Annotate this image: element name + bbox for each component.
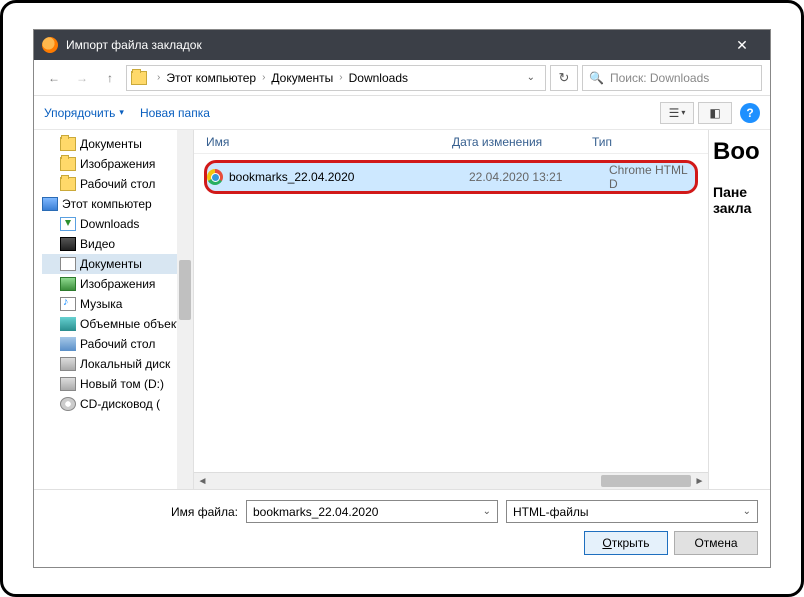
tree-item[interactable]: Музыка [42,294,193,314]
dl-icon [60,217,76,231]
chrome-icon [207,169,223,185]
folder-icon [60,137,76,151]
tree-item-label: Этот компьютер [62,197,152,211]
path-dropdown[interactable]: ⌄ [521,72,541,83]
tree-item-label: Объемные объекты [80,317,190,331]
cd-icon [60,397,76,411]
view-preview-button[interactable]: ◧ [698,102,732,124]
tree-item-label: Музыка [80,297,122,311]
tree-item[interactable]: Рабочий стол [42,174,193,194]
preview-h3a: Пане [713,184,766,200]
music-icon [60,297,76,311]
bottom-panel: Имя файла: bookmarks_22.04.2020⌄ HTML-фа… [34,489,770,567]
open-button[interactable]: Открыть [584,531,668,555]
firefox-icon [42,37,58,53]
preview-h3b: закла [713,200,766,216]
preview-h1: Boo [713,138,766,166]
tree-item-label: Изображения [80,277,155,291]
col-name[interactable]: Имя [206,135,452,149]
folder-tree: Документы Изображения Рабочий стол Этот ком… [34,130,194,489]
pc-icon [42,197,58,211]
drive-icon [60,377,76,391]
titlebar: Импорт файла закладок ✕ [34,30,770,60]
file-name: bookmarks_22.04.2020 [229,170,469,184]
view-list-button[interactable]: ☰▾ [660,102,694,124]
tree-item[interactable]: Downloads [42,214,193,234]
main-area: Документы Изображения Рабочий стол Этот ком… [34,130,770,489]
tree-item-label: Документы [80,137,142,151]
refresh-button[interactable]: ↻ [550,65,578,91]
desk-icon [60,337,76,351]
file-pane: Имя Дата изменения Тип bookmarks_22.04.2… [194,130,708,489]
filename-input[interactable]: bookmarks_22.04.2020⌄ [246,500,498,523]
cancel-button[interactable]: Отмена [674,531,758,555]
column-header[interactable]: Имя Дата изменения Тип [194,130,708,154]
tree-item-label: Downloads [80,217,139,231]
filename-label: Имя файла: [46,505,246,519]
chevron-down-icon[interactable]: ⌄ [483,506,491,517]
file-row[interactable]: bookmarks_22.04.202022.04.2020 13:21Chro… [204,160,698,194]
nav-row: ← → ↑ › Этот компьютер › Документы › Dow… [34,60,770,96]
help-button[interactable]: ? [740,103,760,123]
img-icon [60,277,76,291]
tree-item-label: CD-дисковод ( [80,397,160,411]
back-button[interactable]: ← [42,66,66,90]
file-type: Chrome HTML D [609,163,695,191]
tree-item-label: Документы [80,257,142,271]
tree-item-label: Рабочий стол [80,177,155,191]
preview-pane: Boo Пане закла [708,130,770,489]
folder-icon [60,157,76,171]
folder-icon [131,71,147,85]
organize-menu[interactable]: Упорядочить▾ [44,106,124,120]
tree-item-label: Изображения [80,157,155,171]
search-icon: 🔍 [589,71,604,85]
tree-item[interactable]: Объемные объекты [42,314,193,334]
folder-icon [60,177,76,191]
tree-item[interactable]: Локальный диск [42,354,193,374]
window-title: Импорт файла закладок [66,38,722,52]
3d-icon [60,317,76,331]
search-input[interactable]: 🔍 Поиск: Downloads [582,65,762,91]
tree-item-label: Новый том (D:) [80,377,164,391]
tree-item[interactable]: Видео [42,234,193,254]
col-date[interactable]: Дата изменения [452,135,592,149]
tree-item[interactable]: Изображения [42,154,193,174]
forward-button[interactable]: → [70,66,94,90]
tree-item[interactable]: Этот компьютер [42,194,193,214]
search-placeholder: Поиск: Downloads [610,71,709,85]
tree-item[interactable]: CD-дисковод ( [42,394,193,414]
horizontal-scrollbar[interactable]: ◄► [194,472,708,489]
file-list[interactable]: bookmarks_22.04.202022.04.2020 13:21Chro… [194,154,708,472]
tree-scrollbar[interactable] [177,130,193,489]
tree-item[interactable]: Новый том (D:) [42,374,193,394]
drive-icon [60,357,76,371]
tree-item-label: Локальный диск [80,357,170,371]
tree-item[interactable]: Документы [42,254,193,274]
crumb-docs[interactable]: Документы [269,71,335,85]
tree-item[interactable]: Документы [42,134,193,154]
tree-item-label: Видео [80,237,115,251]
tree-item[interactable]: Рабочий стол [42,334,193,354]
crumb-pc[interactable]: Этот компьютер [164,71,258,85]
tree-item[interactable]: Изображения [42,274,193,294]
tree-item-label: Рабочий стол [80,337,155,351]
chevron-down-icon[interactable]: ⌄ [743,506,751,517]
filetype-select[interactable]: HTML-файлы⌄ [506,500,758,523]
toolbar: Упорядочить▾ Новая папка ☰▾ ◧ ? [34,96,770,130]
doc-icon [60,257,76,271]
video-icon [60,237,76,251]
up-button[interactable]: ↑ [98,66,122,90]
file-date: 22.04.2020 13:21 [469,170,609,184]
col-type[interactable]: Тип [592,135,696,149]
breadcrumb-bar[interactable]: › Этот компьютер › Документы › Downloads… [126,65,546,91]
close-button[interactable]: ✕ [722,37,762,54]
crumb-downloads[interactable]: Downloads [347,71,410,85]
new-folder-button[interactable]: Новая папка [140,106,210,120]
